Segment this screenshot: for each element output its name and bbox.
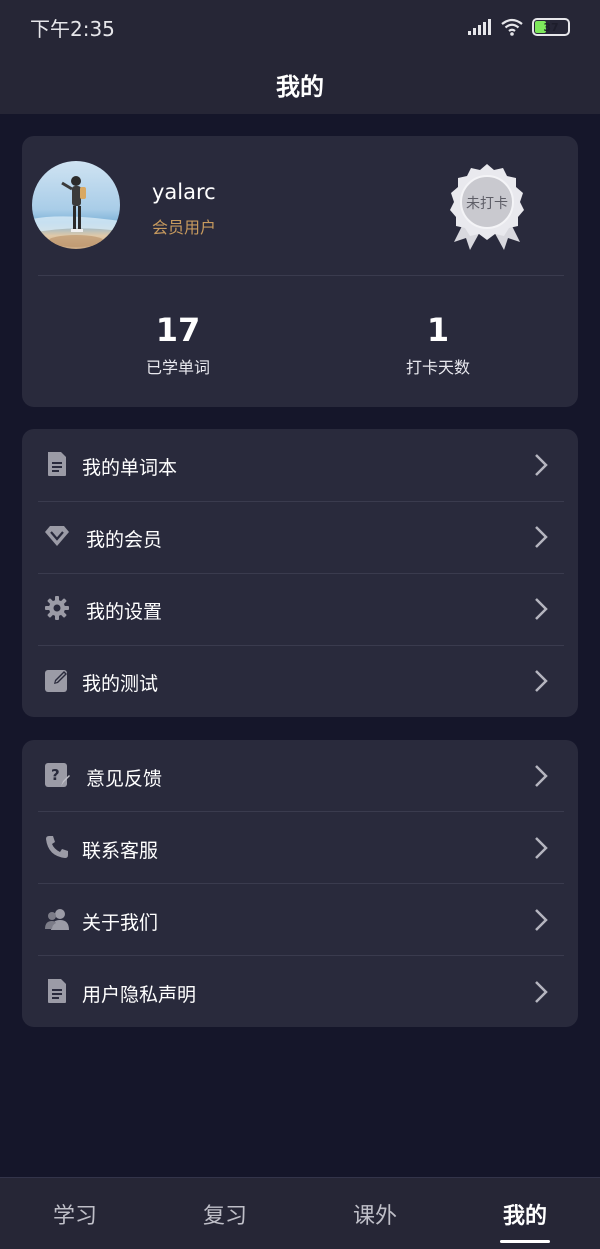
menu-item-feedback[interactable]: ? 意见反馈 — [22, 740, 578, 812]
checkin-days-stat: 1 打卡天数 — [358, 310, 518, 378]
divider — [38, 275, 564, 276]
chevron-right-icon — [535, 837, 548, 859]
status-time: 下午2:35 — [30, 16, 115, 41]
menu-item-privacy[interactable]: 用户隐私声明 — [22, 956, 578, 1028]
battery-level: 37 — [543, 20, 559, 34]
tab-mine[interactable]: 我的 — [450, 1178, 600, 1249]
avatar[interactable] — [32, 161, 120, 249]
checkin-status: 未打卡 — [466, 196, 508, 212]
menu-label: 我的会员 — [86, 529, 163, 551]
signal-icon — [468, 19, 491, 35]
menu-label: 联系客服 — [82, 840, 159, 862]
svg-text:?: ? — [51, 766, 60, 784]
menu-label: 我的设置 — [86, 601, 163, 623]
chevron-right-icon — [535, 598, 548, 620]
status-icons: 37 — [468, 18, 570, 36]
profile-card: yalarc 会员用户 未打卡 17 已学单词 1 打卡天数 — [22, 136, 578, 407]
chevron-right-icon — [535, 909, 548, 931]
phone-icon — [46, 836, 68, 858]
page-title: 我的 — [276, 72, 324, 101]
chevron-right-icon — [535, 526, 548, 548]
tab-review[interactable]: 复习 — [150, 1178, 300, 1249]
gear-icon — [45, 596, 69, 620]
menu-item-test[interactable]: 我的测试 — [22, 645, 578, 717]
document-icon — [48, 452, 66, 476]
chevron-right-icon — [535, 670, 548, 692]
app-header: 我的 — [0, 54, 600, 114]
menu-label: 意见反馈 — [86, 768, 163, 790]
menu-group-account: 我的单词本 我的会员 我的设置 我的测试 — [22, 429, 578, 717]
status-bar: 下午2:35 37 — [0, 0, 600, 54]
active-tab-indicator — [500, 1240, 550, 1243]
chevron-right-icon — [535, 981, 548, 1003]
username: yalarc — [152, 180, 216, 204]
chevron-right-icon — [535, 454, 548, 476]
chevron-right-icon — [535, 765, 548, 787]
feedback-icon: ? — [45, 763, 70, 787]
menu-item-customer-service[interactable]: 联系客服 — [22, 812, 578, 884]
users-icon — [45, 909, 69, 930]
menu-label: 用户隐私声明 — [82, 984, 197, 1006]
menu-item-settings[interactable]: 我的设置 — [22, 573, 578, 645]
tab-extracurricular[interactable]: 课外 — [300, 1178, 450, 1249]
stat-value: 17 — [155, 311, 201, 349]
diamond-icon — [45, 526, 69, 546]
document-icon — [48, 979, 66, 1003]
menu-group-support: ? 意见反馈 联系客服 关于我们 用户隐私声明 — [22, 740, 578, 1027]
menu-label: 关于我们 — [82, 912, 159, 934]
bottom-tab-bar: 学习 复习 课外 我的 — [0, 1177, 600, 1249]
menu-item-membership[interactable]: 我的会员 — [22, 501, 578, 573]
menu-item-wordbook[interactable]: 我的单词本 — [22, 429, 578, 501]
learned-words-stat: 17 已学单词 — [98, 310, 258, 378]
menu-label: 我的测试 — [82, 673, 159, 695]
stat-label: 打卡天数 — [405, 358, 470, 377]
wifi-icon — [501, 18, 523, 36]
menu-item-about-us[interactable]: 关于我们 — [22, 884, 578, 956]
edit-icon — [45, 670, 67, 692]
tab-study[interactable]: 学习 — [0, 1178, 150, 1249]
stat-value: 1 — [426, 311, 450, 349]
checkin-badge[interactable]: 未打卡 — [442, 162, 532, 252]
member-status: 会员用户 — [152, 218, 217, 237]
menu-label: 我的单词本 — [82, 457, 178, 479]
stat-label: 已学单词 — [145, 358, 210, 377]
battery-icon: 37 — [532, 18, 570, 36]
